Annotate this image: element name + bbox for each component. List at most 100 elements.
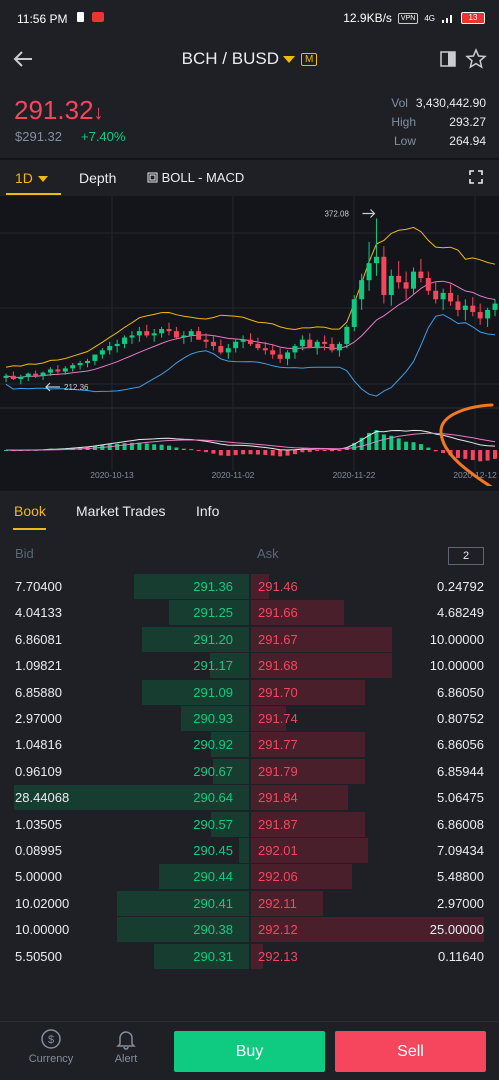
candle-body xyxy=(462,305,468,310)
alert-button[interactable]: Alert xyxy=(96,1028,156,1065)
candle-body xyxy=(62,368,68,372)
layout-toggle-icon[interactable] xyxy=(439,50,457,68)
bid-price: 290.41 xyxy=(193,895,233,911)
tab-market-trades[interactable]: Market Trades xyxy=(76,503,165,519)
macd-histogram-bar xyxy=(233,450,238,456)
book-row[interactable]: 6.86081 291.20 291.67 10.00000 xyxy=(0,626,499,653)
macd-histogram-bar xyxy=(322,450,327,451)
candle-body xyxy=(85,360,90,364)
candlestick-chart[interactable]: 372.08 212.36 2020-10-13 2020-11-02 2020-11-… xyxy=(0,196,499,486)
pair-selector[interactable]: BCH / BUSD M xyxy=(0,49,499,69)
book-row[interactable]: 28.44068 290.64 291.84 5.06475 xyxy=(0,785,499,811)
svg-text:$: $ xyxy=(48,1034,54,1046)
book-row[interactable]: 2.97000 290.93 291.74 0.80752 xyxy=(0,706,499,732)
bid-quantity: 6.86081 xyxy=(15,631,62,647)
book-row[interactable]: 6.85880 291.09 291.70 6.86050 xyxy=(0,679,499,706)
book-row[interactable]: 7.70400 291.36 291.46 0.24792 xyxy=(0,574,499,600)
ask-price: 292.13 xyxy=(258,948,298,964)
interval-selector[interactable]: 1D xyxy=(15,170,48,186)
status-notification-icons xyxy=(76,11,105,23)
ask-quantity: 0.11640 xyxy=(437,948,484,964)
macd-histogram-bar xyxy=(374,430,379,450)
bid-quantity: 0.08995 xyxy=(15,843,62,858)
tab-info[interactable]: Info xyxy=(196,503,219,519)
tab-underline xyxy=(13,528,46,530)
book-row[interactable]: 5.00000 290.44 292.06 5.48800 xyxy=(0,864,499,890)
candle-body xyxy=(433,290,439,300)
currency-button[interactable]: $ Currency xyxy=(21,1028,81,1065)
bid-price: 291.17 xyxy=(193,658,233,674)
ask-price: 292.06 xyxy=(258,869,298,885)
boll-middle-line xyxy=(5,280,496,378)
boll-upper-line xyxy=(5,226,496,368)
x-tick-label: 2020-11-02 xyxy=(212,470,255,480)
book-row[interactable]: 1.03505 290.57 291.87 6.86008 xyxy=(0,811,499,838)
macd-histogram-bar xyxy=(493,450,497,459)
candle-body xyxy=(411,271,416,289)
ask-quantity: 0.80752 xyxy=(437,711,484,726)
macd-histogram-bar xyxy=(211,450,216,454)
caret-down-icon xyxy=(37,176,48,183)
candle-body xyxy=(181,335,187,338)
order-book: Bid Ask 2 7.70400 291.36 291.46 0.24792 4.04… xyxy=(0,531,499,1021)
bid-price: 290.44 xyxy=(193,869,233,885)
macd-histogram-bar xyxy=(300,450,305,453)
currency-label: Currency xyxy=(28,1053,74,1065)
book-row[interactable]: 1.04816 290.92 291.77 6.86056 xyxy=(0,732,499,758)
macd-histogram-bar xyxy=(315,450,320,452)
ask-header: Ask xyxy=(257,546,279,561)
macd-histogram-bar xyxy=(255,450,260,455)
indicator-label: BOLL - MACD xyxy=(161,170,245,185)
macd-histogram-bar xyxy=(381,434,386,450)
macd-histogram-bar xyxy=(115,443,120,450)
book-row[interactable]: 10.00000 290.38 292.12 25.00000 xyxy=(0,917,499,943)
indicator-selector[interactable]: BOLL - MACD xyxy=(147,170,244,185)
ask-quantity: 0.24792 xyxy=(437,579,484,594)
app-header: BCH / BUSD M xyxy=(0,36,499,82)
ask-price: 291.68 xyxy=(258,658,298,674)
candle-body xyxy=(381,256,387,296)
stat-low: Low 264.94 xyxy=(394,134,486,148)
tab-depth[interactable]: Depth xyxy=(79,170,116,186)
fullscreen-icon[interactable] xyxy=(469,170,483,184)
bottom-bar: $ Currency Alert Buy Sell xyxy=(0,1021,499,1080)
book-row[interactable]: 4.04133 291.25 291.66 4.68249 xyxy=(0,600,499,626)
candle-body xyxy=(92,354,98,361)
tab-book[interactable]: Book xyxy=(14,503,46,519)
book-row[interactable]: 0.08995 290.45 292.01 7.09434 xyxy=(0,838,499,864)
candle-body xyxy=(322,341,328,344)
candle-body xyxy=(70,365,76,369)
macd-histogram-bar xyxy=(174,447,179,450)
macd-histogram-bar xyxy=(181,448,186,450)
vol-value: 3,430,442.90 xyxy=(415,96,486,110)
high-label: High xyxy=(391,115,416,129)
book-row[interactable]: 0.96109 290.67 291.79 6.85944 xyxy=(0,758,499,785)
chart-svg[interactable]: 372.08 212.36 2020-10-13 2020-11-02 2020-11-… xyxy=(0,196,499,486)
bid-price: 290.31 xyxy=(193,948,233,964)
candle-body xyxy=(77,363,83,366)
bid-depth-bar xyxy=(239,838,249,863)
candle-body xyxy=(166,329,172,332)
bid-price: 291.36 xyxy=(193,579,233,594)
macd-histogram-bar xyxy=(122,443,127,450)
candle-body xyxy=(455,301,461,310)
candle-body xyxy=(55,369,61,372)
buy-button[interactable]: Buy xyxy=(174,1031,325,1072)
candle-body xyxy=(151,333,157,336)
macd-histogram-bar xyxy=(470,450,475,461)
book-row[interactable]: 1.09821 291.17 291.68 10.00000 xyxy=(0,653,499,679)
candle-body xyxy=(3,375,9,378)
sell-button[interactable]: Sell xyxy=(335,1031,486,1072)
macd-histogram-bar xyxy=(204,450,209,453)
book-row[interactable]: 5.50500 290.31 292.13 0.11640 xyxy=(0,943,499,970)
book-row[interactable]: 10.02000 290.41 292.11 2.97000 xyxy=(0,890,499,917)
candle-body xyxy=(292,346,298,353)
caret-down-icon xyxy=(282,56,295,64)
macd-histogram-bar xyxy=(218,450,223,456)
ask-price: 291.74 xyxy=(258,711,298,726)
star-favorite-icon[interactable] xyxy=(465,48,487,70)
macd-histogram-bar xyxy=(478,450,483,462)
high-value: 293.27 xyxy=(449,115,486,129)
precision-selector[interactable]: 2 xyxy=(448,547,484,565)
macd-histogram-bar xyxy=(307,450,312,453)
